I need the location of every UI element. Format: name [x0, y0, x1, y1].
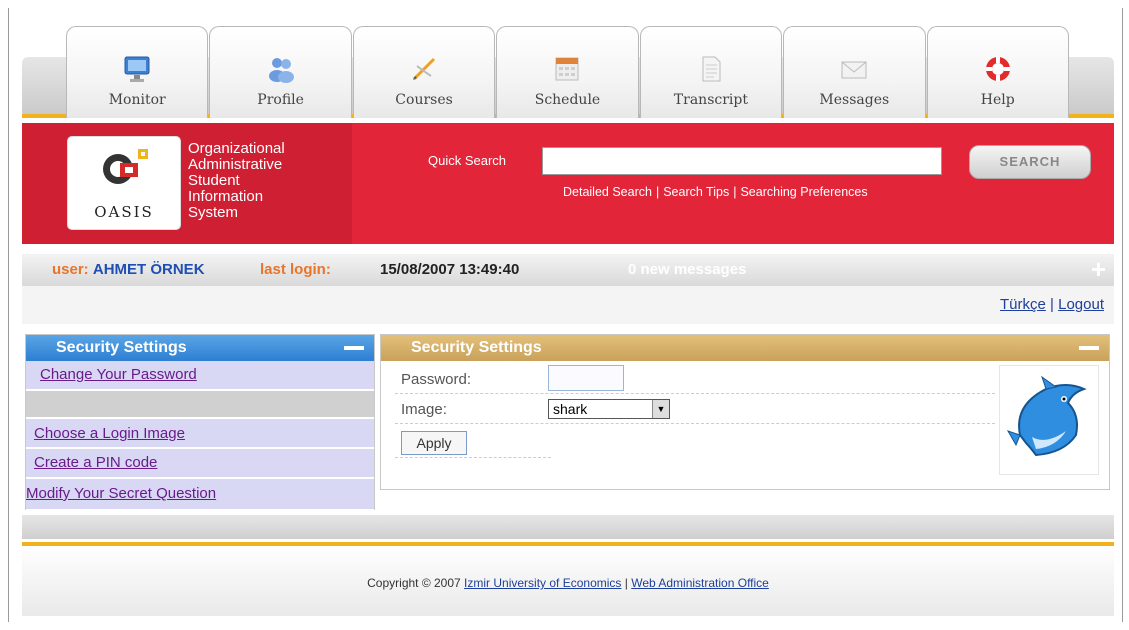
security-settings-title: Security Settings [411, 339, 542, 356]
oasis-logo[interactable]: OASIS [68, 137, 180, 229]
footer-text: Copyright © 2007 Izmir University of Eco… [22, 576, 1114, 590]
tab-label: Schedule [534, 92, 601, 108]
menu-spacer [26, 391, 374, 419]
user-info: user: AHMET ÖRNEK [52, 261, 205, 278]
row-divider [395, 393, 995, 394]
tab-label: Messages [819, 92, 890, 108]
brand-line: Information [188, 188, 264, 205]
link-separator: | [624, 576, 628, 590]
tab-label: Monitor [108, 92, 166, 108]
collapse-minus-icon[interactable] [344, 346, 364, 350]
search-button[interactable]: SEARCH [969, 145, 1091, 179]
last-login-label: last login: [260, 261, 331, 278]
menu-item-login-image[interactable]: Choose a Login Image [26, 419, 374, 449]
security-menu-panel: Security Settings Change Your Password C… [25, 334, 375, 511]
brand-line: Student [188, 172, 240, 189]
menu-item-secret-question[interactable]: Modify Your Secret Question [26, 479, 374, 511]
expand-plus-icon[interactable]: + [1091, 256, 1106, 282]
link-separator: | [655, 185, 660, 199]
security-settings-panel: Security Settings Password: Image: shark… [380, 334, 1110, 490]
search-tips-link[interactable]: Search Tips [663, 185, 729, 199]
login-image-preview [999, 365, 1099, 475]
user-label: user: [52, 261, 89, 278]
password-label: Password: [401, 371, 472, 388]
security-settings-header: Security Settings [381, 335, 1109, 361]
university-link[interactable]: Izmir University of Economics [464, 576, 621, 590]
tab-transcript[interactable]: Transcript [639, 26, 783, 118]
logout-link[interactable]: Logout [1058, 296, 1104, 313]
last-login-value: 15/08/2007 13:49:40 [380, 261, 520, 278]
footer: Copyright © 2007 Izmir University of Eco… [22, 546, 1114, 616]
tab-label: Profile [257, 92, 304, 108]
brand-line: Organizational [188, 140, 285, 157]
security-menu-header: Security Settings [26, 335, 374, 361]
menu-item-pin-code[interactable]: Create a PIN code [26, 449, 374, 479]
brand-line: Administrative [188, 156, 283, 173]
chevron-down-icon[interactable]: ▼ [652, 400, 669, 418]
tab-schedule[interactable]: Schedule [496, 26, 639, 118]
new-messages-count[interactable]: 0 new messages [628, 261, 746, 278]
apply-button[interactable]: Apply [401, 431, 467, 455]
row-divider [395, 457, 551, 458]
tab-messages[interactable]: Messages [783, 26, 926, 118]
row-divider [395, 423, 995, 424]
detailed-search-link[interactable]: Detailed Search [563, 185, 652, 199]
language-link[interactable]: Türkçe [1000, 296, 1046, 313]
user-status-bar: user: AHMET ÖRNEK last login: 15/08/2007… [22, 254, 1114, 286]
oasis-logo-mark-icon [103, 149, 148, 184]
image-select-value: shark [553, 401, 588, 417]
search-links: Detailed Search | Search Tips | Searching Pr… [563, 185, 868, 199]
link-separator: | [733, 185, 737, 199]
web-admin-office-link[interactable]: Web Administration Office [631, 576, 769, 590]
brand-line: System [188, 204, 239, 221]
header-banner: OASIS Organizational Administrative Stud… [22, 123, 1114, 244]
link-separator: | [1050, 296, 1054, 313]
tab-courses[interactable]: Courses [352, 26, 496, 118]
tab-help[interactable]: Help [926, 26, 1069, 118]
logo-wordmark: OASIS [94, 203, 154, 221]
calendar-icon [550, 52, 584, 86]
lifebuoy-icon [981, 52, 1015, 86]
brand-area: OASIS Organizational Administrative Stud… [22, 123, 352, 244]
language-bar: Türkçe | Logout [22, 286, 1114, 324]
document-icon [694, 52, 728, 86]
shark-icon [1006, 375, 1087, 457]
collapse-minus-icon[interactable] [1079, 346, 1099, 350]
searching-preferences-link[interactable]: Searching Preferences [740, 185, 867, 199]
brand-description: Organizational Administrative Student In… [188, 141, 348, 221]
security-menu-title: Security Settings [56, 339, 187, 356]
envelope-icon [837, 52, 871, 86]
image-select[interactable]: shark ▼ [548, 399, 670, 419]
menu-item-change-password[interactable]: Change Your Password [26, 361, 374, 391]
user-name: AHMET ÖRNEK [92, 261, 205, 278]
footer-divider-bar [22, 515, 1114, 539]
tab-profile[interactable]: Profile [209, 26, 352, 118]
tab-label: Help [980, 92, 1015, 108]
lang-links: Türkçe | Logout [1000, 296, 1104, 313]
monitor-icon [120, 52, 154, 86]
image-label: Image: [401, 401, 447, 418]
tab-label: Transcript [673, 92, 748, 108]
quick-search-input[interactable] [542, 147, 942, 175]
quick-search-label: Quick Search [428, 153, 507, 168]
profile-icon [264, 52, 298, 86]
courses-icon [407, 52, 441, 86]
tab-monitor[interactable]: Monitor [66, 26, 209, 118]
main-tabs: Monitor Profile Courses Schedule Transcr… [66, 26, 1070, 118]
tab-label: Courses [395, 92, 453, 108]
copyright-text: Copyright © 2007 [367, 576, 461, 590]
password-field[interactable] [548, 365, 624, 391]
